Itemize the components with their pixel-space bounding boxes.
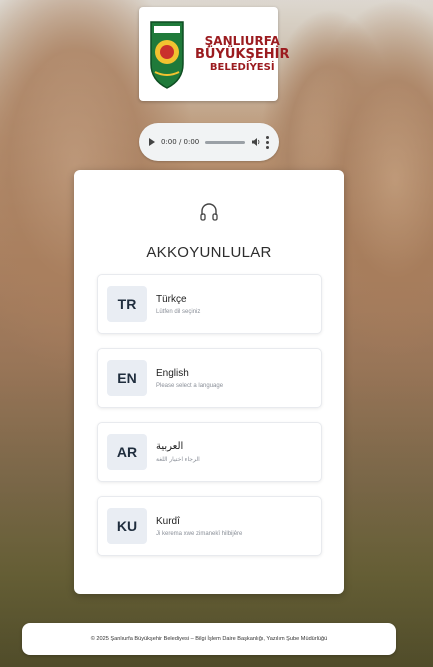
- logo-line-3: BELEDİYESİ: [209, 62, 275, 74]
- audio-player[interactable]: 0:00 / 0:00: [139, 123, 279, 161]
- language-subtitle: Lütfen dil seçiniz: [156, 308, 201, 315]
- language-option-ar[interactable]: AR العربية الرجاء اختيار اللغة: [97, 422, 322, 482]
- footer-copyright: © 2025 Şanlıurfa Büyükşehir Belediyesi –…: [22, 623, 396, 655]
- volume-icon[interactable]: [251, 137, 261, 147]
- language-card: AKKOYUNLULAR TR Türkçe Lütfen dil seçini…: [74, 170, 344, 594]
- municipality-logo: ŞANLIURFA BÜYÜKŞEHİR BELEDİYESİ: [139, 7, 289, 101]
- language-code: AR: [107, 434, 147, 470]
- headphones-icon: [200, 203, 218, 221]
- language-option-ku[interactable]: KU Kurdî Ji kerema xwe zimanekî hilbijêr…: [97, 496, 322, 556]
- page-title: AKKOYUNLULAR: [146, 244, 272, 261]
- municipality-emblem-icon: [150, 21, 184, 89]
- language-subtitle: Please select a language: [156, 382, 224, 389]
- language-subtitle: الرجاء اختيار اللغة: [156, 457, 200, 463]
- play-icon[interactable]: [149, 138, 155, 146]
- language-name: العربية: [156, 441, 184, 452]
- audio-time: 0:00 / 0:00: [161, 138, 200, 146]
- audio-progress-track[interactable]: [205, 140, 245, 144]
- language-option-en[interactable]: EN English Please select a language: [97, 348, 322, 408]
- language-option-tr[interactable]: TR Türkçe Lütfen dil seçiniz: [97, 274, 322, 334]
- language-name: Türkçe: [156, 293, 187, 305]
- language-name: Kurdî: [156, 515, 180, 527]
- language-code: EN: [107, 360, 147, 396]
- language-code: TR: [107, 286, 147, 322]
- language-code: KU: [107, 508, 147, 544]
- language-name: English: [156, 367, 189, 379]
- language-subtitle: Ji kerema xwe zimanekî hilbijêre: [156, 530, 243, 537]
- logo-line-2: BÜYÜKŞEHİR: [195, 46, 290, 62]
- more-options-icon[interactable]: [266, 135, 269, 149]
- logo-line-1: ŞANLIURFA: [204, 33, 280, 48]
